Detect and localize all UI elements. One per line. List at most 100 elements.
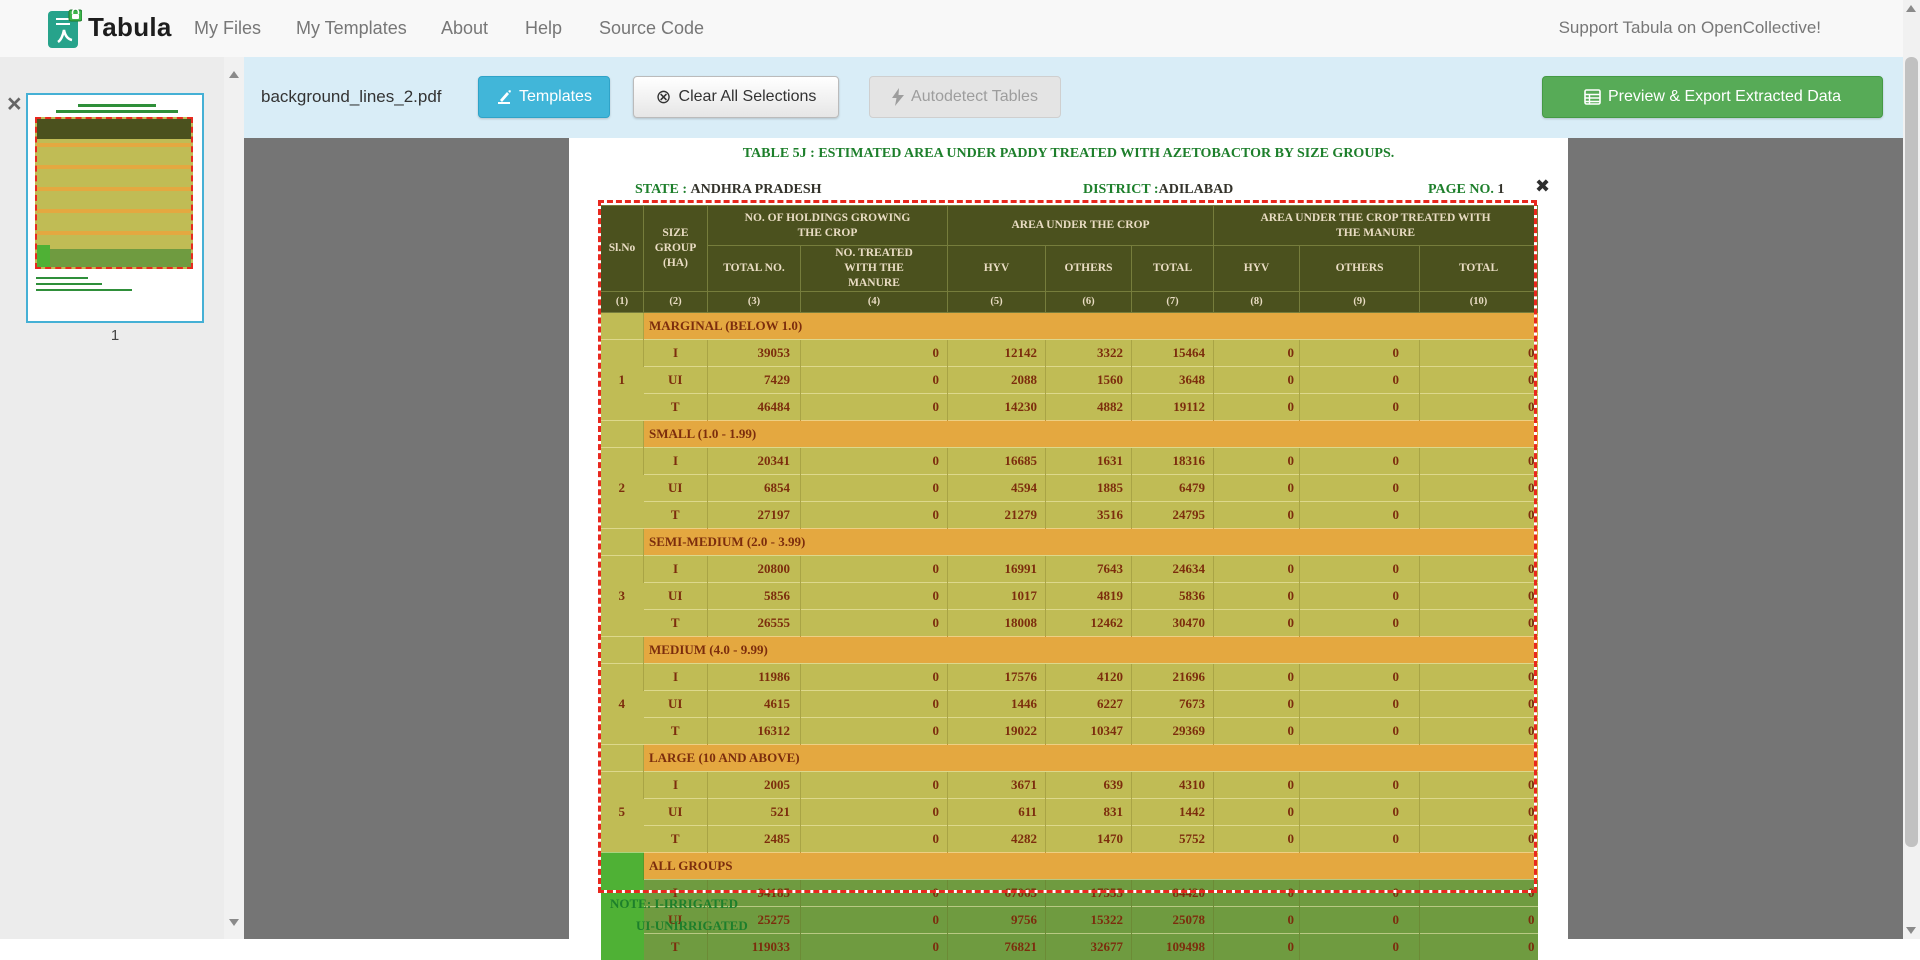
section-header-row: MARGINAL (BELOW 1.0) <box>601 312 1538 339</box>
table-cell: 6854 <box>708 474 801 501</box>
nav-item-source-code[interactable]: Source Code <box>599 18 704 39</box>
table-cell: 15322 <box>1046 906 1132 933</box>
section-row-label: MEDIUM (4.0 - 9.99) <box>644 636 1538 663</box>
table-row: UI46150144662277673000 <box>601 690 1538 717</box>
header-total-2: TOTAL <box>1420 246 1538 292</box>
table-cell: I <box>644 447 708 474</box>
file-name: background_lines_2.pdf <box>261 87 442 107</box>
table-cell: 0 <box>1300 501 1420 528</box>
templates-button-label: Templates <box>519 88 592 106</box>
table-cell: 2005 <box>708 771 801 798</box>
table-cell: 20800 <box>708 555 801 582</box>
table-cell: 831 <box>1046 798 1132 825</box>
scroll-up-icon[interactable] <box>229 71 239 78</box>
scroll-down-icon[interactable] <box>229 919 239 926</box>
sidebar-scrollbar[interactable] <box>224 57 244 939</box>
brand-title: Tabula <box>88 12 172 43</box>
table-cell: 0 <box>1420 771 1538 798</box>
section-header-row: MEDIUM (4.0 - 9.99) <box>601 636 1538 663</box>
section-header-row: LARGE (10 AND ABOVE) <box>601 744 1538 771</box>
table-cell: 6227 <box>1046 690 1132 717</box>
table-cell: 0 <box>1214 798 1300 825</box>
thumb-table-selection <box>35 117 193 269</box>
section-row-label: MARGINAL (BELOW 1.0) <box>644 312 1538 339</box>
table-cell: 0 <box>1420 906 1538 933</box>
header-hyv-2: HYV <box>1214 246 1300 292</box>
table-cell: 0 <box>1214 582 1300 609</box>
table-cell: I <box>644 663 708 690</box>
table-cell: 0 <box>1214 663 1300 690</box>
scroll-down-icon[interactable] <box>1906 927 1916 934</box>
table-cell: 119033 <box>708 933 801 960</box>
section-row-label: SEMI-MEDIUM (2.0 - 3.99) <box>644 528 1538 555</box>
table-cell: 32677 <box>1046 933 1132 960</box>
table-cell: 521 <box>708 798 801 825</box>
table-cell: 4615 <box>708 690 801 717</box>
table-cell: 3322 <box>1046 339 1132 366</box>
table-cell: 16685 <box>948 447 1046 474</box>
page-thumbnail[interactable] <box>26 93 204 323</box>
slno-cell: 3 <box>601 555 644 636</box>
table-cell: 3671 <box>948 771 1046 798</box>
support-link[interactable]: Support Tabula on OpenCollective! <box>1559 18 1821 38</box>
thumb-all-groups <box>37 249 191 267</box>
table-cell: 0 <box>1420 717 1538 744</box>
table-cell: 0 <box>1420 879 1538 906</box>
table-cell: 0 <box>1300 717 1420 744</box>
preview-export-button[interactable]: Preview & Export Extracted Data <box>1542 76 1883 118</box>
table-cell: 7673 <box>1132 690 1214 717</box>
header-slno: Sl.No <box>601 206 644 292</box>
scroll-up-icon[interactable] <box>1906 5 1916 12</box>
table-cell: 67065 <box>948 879 1046 906</box>
templates-button[interactable]: Templates <box>478 76 610 118</box>
header-total: TOTAL <box>1132 246 1214 292</box>
table-cell: 0 <box>801 339 948 366</box>
table-row: 4I11986017576412021696000 <box>601 663 1538 690</box>
nav-item-about[interactable]: About <box>441 18 488 39</box>
scrollbar-thumb[interactable] <box>1905 57 1918 847</box>
table-cell: 0 <box>1214 474 1300 501</box>
district-field: DISTRICT :ADILABAD <box>1083 182 1233 198</box>
table-row: UI52106118311442000 <box>601 798 1538 825</box>
table-row: T27197021279351624795000 <box>601 501 1538 528</box>
clear-all-selections-button[interactable]: ⊗ Clear All Selections <box>633 76 839 118</box>
thumb-title-line <box>56 110 178 113</box>
thumb-all-groups-cell <box>37 245 50 267</box>
header-total-no: TOTAL NO. <box>708 246 801 292</box>
table-cell: 1017 <box>948 582 1046 609</box>
table-cell: 0 <box>1300 555 1420 582</box>
table-cell: 0 <box>801 690 948 717</box>
thumbnail-sidebar: × 1 <box>0 57 224 939</box>
selection-close-icon[interactable]: ✖ <box>1535 176 1550 197</box>
table-cell: 0 <box>801 393 948 420</box>
table-cell: 21279 <box>948 501 1046 528</box>
remove-page-icon[interactable]: × <box>7 95 22 113</box>
table-cell: 0 <box>1214 771 1300 798</box>
note-line-1: NOTE: I-IRRIGATED <box>610 896 738 912</box>
page-scrollbar[interactable] <box>1903 0 1920 939</box>
table-cell: 7429 <box>708 366 801 393</box>
col-number: (10) <box>1420 291 1538 312</box>
nav-item-my-templates[interactable]: My Templates <box>296 18 407 39</box>
table-cell: 1560 <box>1046 366 1132 393</box>
table-cell: 0 <box>1300 798 1420 825</box>
thumb-stripe <box>37 143 191 147</box>
nav-item-help[interactable]: Help <box>525 18 562 39</box>
export-button-label: Preview & Export Extracted Data <box>1608 88 1841 106</box>
table-cell: 14230 <box>948 393 1046 420</box>
table-cell: 0 <box>801 609 948 636</box>
table-row: UI58560101748195836000 <box>601 582 1538 609</box>
slno-cell <box>601 744 644 771</box>
table-row: 3I20800016991764324634000 <box>601 555 1538 582</box>
table-cell: 0 <box>1300 474 1420 501</box>
table-cell: 0 <box>1420 933 1538 960</box>
table-cell: 0 <box>1214 339 1300 366</box>
table-cell: T <box>644 393 708 420</box>
table-cell: UI <box>644 798 708 825</box>
table-cell: 20341 <box>708 447 801 474</box>
district-value: ADILABAD <box>1159 182 1234 197</box>
nav-item-my-files[interactable]: My Files <box>194 18 261 39</box>
table-cell: 0 <box>801 447 948 474</box>
table-cell: 4310 <box>1132 771 1214 798</box>
table-cell: 0 <box>1300 771 1420 798</box>
